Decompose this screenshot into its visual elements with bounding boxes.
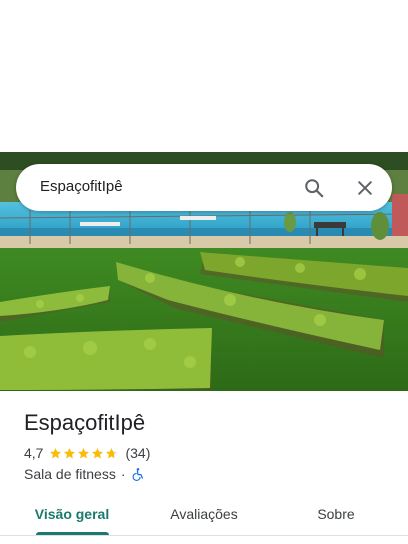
rating-row[interactable]: 4,7 (34) xyxy=(24,444,150,462)
place-title: EspaçofitIpê xyxy=(24,410,146,435)
search-bar[interactable]: EspaçofitIpê xyxy=(16,164,392,211)
separator-dot: · xyxy=(120,466,126,482)
star-icon xyxy=(78,447,90,458)
close-button[interactable] xyxy=(352,175,378,201)
review-count: (34) xyxy=(125,445,151,461)
star-icon xyxy=(50,447,62,458)
tab-avaliacoes[interactable]: Avaliações xyxy=(154,492,254,536)
place-category: Sala de fitness xyxy=(24,466,116,482)
search-button[interactable] xyxy=(301,175,327,201)
star-icon xyxy=(64,447,76,458)
tab-bar: Visão geral Avaliações Sobre xyxy=(0,492,408,540)
star-icon xyxy=(92,447,104,458)
tab-sobre[interactable]: Sobre xyxy=(286,492,386,536)
close-icon xyxy=(358,181,372,195)
search-icon xyxy=(305,179,324,198)
category-row: Sala de fitness · xyxy=(24,465,145,483)
wheelchair-icon xyxy=(132,468,143,481)
star-icon xyxy=(106,447,118,458)
tabs-divider xyxy=(0,535,408,536)
rating-stars xyxy=(49,447,119,460)
rating-value: 4,7 xyxy=(24,445,44,461)
tab-visao-geral[interactable]: Visão geral xyxy=(22,492,122,536)
search-input[interactable]: EspaçofitIpê xyxy=(40,178,123,195)
